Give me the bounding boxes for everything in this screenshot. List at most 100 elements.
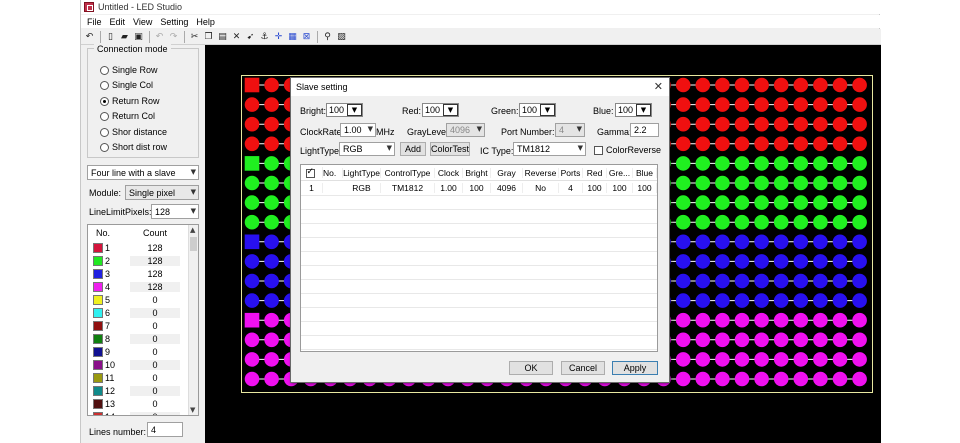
led-pixel[interactable] [773, 116, 789, 132]
led-pixel[interactable] [793, 97, 809, 112]
close-icon[interactable]: ✕ [654, 80, 663, 93]
column-header-ports[interactable]: Ports [559, 167, 583, 178]
picture-icon[interactable]: ▨ [335, 30, 348, 43]
led-pixel[interactable] [695, 352, 711, 367]
box-icon[interactable]: ⊠ [300, 30, 313, 43]
led-pixel[interactable] [715, 116, 730, 132]
led-pixel[interactable] [264, 156, 279, 171]
led-pixel[interactable] [695, 254, 711, 269]
led-pixel[interactable] [695, 332, 711, 348]
led-pixel[interactable] [734, 312, 750, 328]
led-pixel[interactable] [813, 214, 828, 230]
led-pixel[interactable] [773, 136, 789, 152]
led-pixel[interactable] [832, 156, 848, 171]
led-pixel[interactable] [852, 332, 867, 348]
led-pixel[interactable] [715, 156, 730, 171]
apply-button[interactable]: Apply [612, 361, 658, 375]
led-pixel[interactable] [852, 214, 867, 230]
led-pixel[interactable] [832, 136, 848, 152]
delete-icon[interactable]: ✕ [230, 30, 243, 43]
led-pixel[interactable] [695, 273, 711, 289]
forward-icon[interactable]: ↷ [167, 30, 180, 43]
cursor-icon[interactable]: ➹ [244, 30, 257, 43]
led-pixel[interactable] [754, 136, 769, 152]
led-pixel[interactable] [734, 332, 750, 348]
led-pixel[interactable] [675, 273, 691, 289]
led-pixel[interactable] [773, 273, 789, 289]
led-pixel[interactable] [734, 293, 750, 308]
led-pixel[interactable] [754, 371, 769, 387]
led-pixel[interactable] [715, 293, 730, 308]
anchor-icon[interactable]: ⚓ [258, 30, 271, 43]
led-pixel[interactable] [813, 156, 828, 171]
red-select[interactable]: 100 ▼ [422, 103, 459, 117]
list-item[interactable]: 80 [88, 332, 198, 345]
radio-single-col[interactable]: Single Col [100, 80, 153, 90]
led-pixel[interactable] [264, 195, 279, 210]
led-pixel[interactable] [793, 136, 809, 152]
led-pixel[interactable] [244, 332, 260, 348]
led-pixel[interactable] [832, 352, 848, 367]
new-file-icon[interactable]: ▯ [104, 30, 117, 43]
graylevel-select[interactable]: 4096 ▼ [446, 123, 485, 137]
list-item[interactable]: 60 [88, 306, 198, 319]
led-pixel[interactable] [773, 234, 789, 250]
led-pixel[interactable] [734, 136, 750, 152]
led-pixel[interactable] [754, 175, 769, 191]
bright-select[interactable]: 100 ▼ [326, 103, 363, 117]
led-pixel[interactable] [264, 352, 279, 367]
led-pixel[interactable] [852, 77, 867, 93]
led-pixel[interactable] [754, 116, 769, 132]
led-pixel[interactable] [852, 273, 867, 289]
led-pixel[interactable] [793, 371, 809, 387]
led-pixel[interactable] [813, 293, 828, 308]
led-pixel[interactable] [773, 332, 789, 348]
led-pixel[interactable] [852, 293, 867, 308]
led-pixel[interactable] [832, 293, 848, 308]
led-pixel[interactable] [264, 273, 279, 289]
led-pixel[interactable] [793, 352, 809, 367]
led-pixel[interactable] [754, 195, 769, 210]
led-pixel[interactable] [734, 234, 750, 250]
led-pixel[interactable] [793, 156, 809, 171]
led-pixel[interactable] [832, 332, 848, 348]
chevron-down-icon[interactable]: ▼ [540, 104, 555, 116]
led-pixel[interactable] [264, 254, 279, 269]
radio-button-selected[interactable] [100, 96, 109, 106]
led-pixel[interactable] [244, 254, 260, 269]
led-pixel[interactable] [675, 214, 691, 230]
led-pixel[interactable] [695, 312, 711, 328]
led-pixel[interactable] [832, 312, 848, 328]
list-item[interactable]: 50 [88, 293, 198, 306]
led-pixel[interactable] [813, 136, 828, 152]
led-pixel[interactable] [264, 77, 279, 93]
led-pixel[interactable] [832, 371, 848, 387]
lines-number-field[interactable]: 4 [147, 422, 183, 437]
led-pixel[interactable] [832, 234, 848, 250]
led-pixel[interactable] [754, 312, 769, 328]
led-pixel[interactable] [675, 116, 691, 132]
led-pixel[interactable] [715, 332, 730, 348]
led-pixel[interactable] [813, 234, 828, 250]
led-pixel[interactable] [695, 195, 711, 210]
led-pixel[interactable] [734, 116, 750, 132]
color-reverse-checkbox[interactable]: ColorReverse [594, 145, 661, 156]
led-pixel[interactable] [264, 214, 279, 230]
led-pixel[interactable] [793, 332, 809, 348]
menu-file[interactable]: File [83, 17, 106, 27]
menu-help[interactable]: Help [192, 17, 219, 27]
line-mode-select[interactable]: Four line with a slave ▼ [87, 165, 199, 180]
led-pixel[interactable] [773, 156, 789, 171]
led-pixel[interactable] [675, 156, 691, 171]
save-icon[interactable]: ▣ [132, 30, 145, 43]
ictype-select[interactable]: TM1812 ▼ [513, 142, 586, 156]
led-pixel[interactable] [852, 156, 867, 171]
led-pixel[interactable] [734, 77, 750, 93]
column-header-red[interactable]: Red [583, 167, 607, 178]
column-header-gray[interactable]: Gray [491, 167, 523, 178]
led-pixel[interactable] [675, 77, 691, 93]
led-pixel[interactable] [852, 352, 867, 367]
led-pixel[interactable] [675, 293, 691, 308]
checkbox[interactable] [594, 146, 603, 156]
led-pixel[interactable] [793, 195, 809, 210]
